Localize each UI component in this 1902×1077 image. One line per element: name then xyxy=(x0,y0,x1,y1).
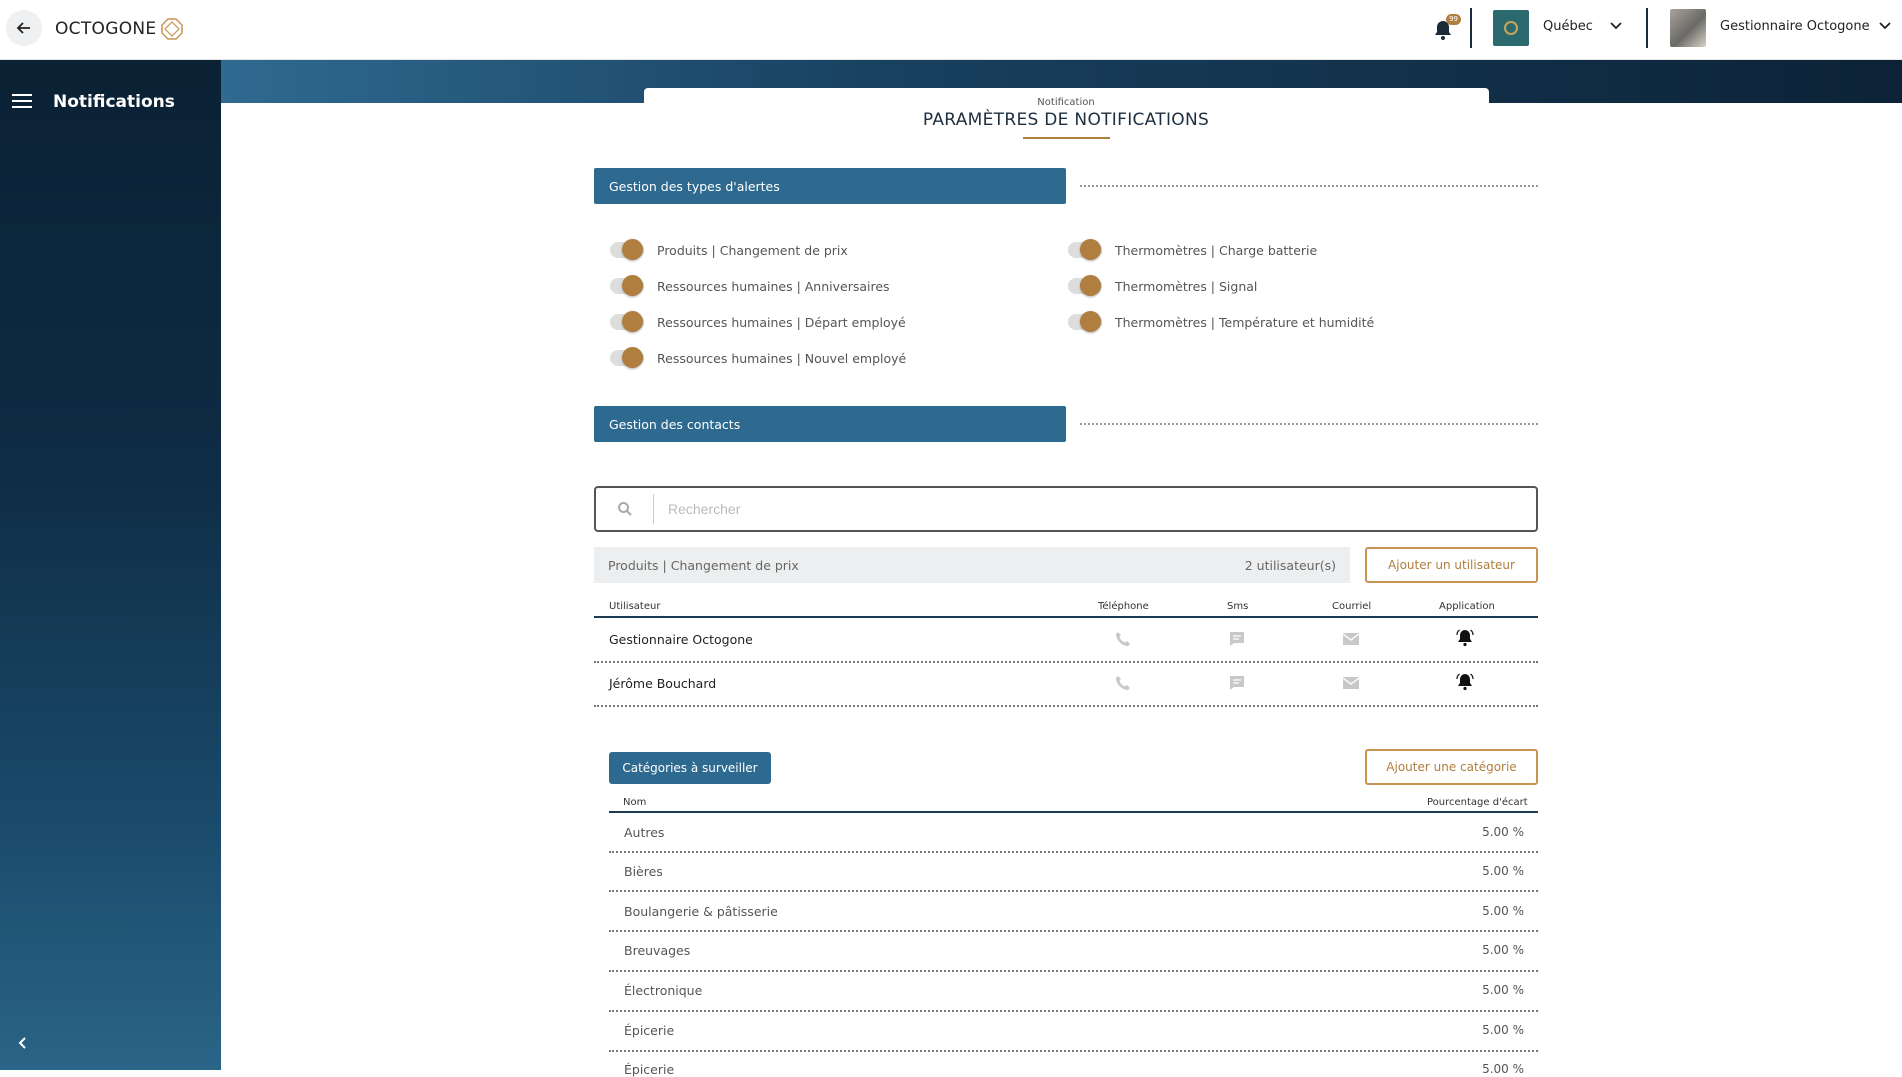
col-header-percentage: Pourcentage d'écart xyxy=(1427,797,1528,808)
alert-label: Thermomètres | Signal xyxy=(1115,278,1258,294)
alert-filter-bar[interactable]: Produits | Changement de prix 2 utilisat… xyxy=(594,547,1350,583)
category-percentage: 5.00 % xyxy=(1482,1062,1524,1076)
octagon-logo-icon xyxy=(161,18,184,40)
avatar[interactable] xyxy=(1670,9,1706,47)
search-input[interactable] xyxy=(654,501,1514,517)
app-bell-icon[interactable] xyxy=(1456,629,1474,647)
sms-icon[interactable] xyxy=(1228,674,1246,692)
store-logo xyxy=(1493,10,1529,46)
row-divider xyxy=(609,851,1538,853)
table-header-line xyxy=(609,811,1538,813)
category-percentage: 5.00 % xyxy=(1482,825,1524,839)
category-percentage: 5.00 % xyxy=(1482,904,1524,918)
add-user-button[interactable]: Ajouter un utilisateur xyxy=(1365,547,1538,583)
alert-toggle[interactable] xyxy=(1068,311,1102,332)
user-name: Jérôme Bouchard xyxy=(609,676,717,691)
table-header-line xyxy=(594,616,1538,618)
row-divider xyxy=(609,970,1538,972)
back-button[interactable] xyxy=(6,10,42,46)
chevron-down-icon[interactable] xyxy=(1609,18,1623,32)
sms-icon[interactable] xyxy=(1228,630,1246,648)
arrow-left-icon xyxy=(16,22,30,34)
category-percentage: 5.00 % xyxy=(1482,1023,1524,1037)
sidebar: Notifications xyxy=(0,60,221,1070)
category-name: Épicerie xyxy=(624,1023,675,1038)
alert-toggle[interactable] xyxy=(1068,239,1102,260)
title-underline xyxy=(1023,137,1110,139)
app-bell-icon[interactable] xyxy=(1456,673,1474,691)
chevron-left-icon[interactable] xyxy=(16,1036,30,1050)
category-name: Autres xyxy=(624,825,665,840)
alert-toggle[interactable] xyxy=(610,311,644,332)
col-header-phone: Téléphone xyxy=(1098,601,1149,612)
category-percentage: 5.00 % xyxy=(1482,983,1524,997)
row-divider xyxy=(609,1010,1538,1012)
brand-name: OCTOGONE xyxy=(55,19,157,39)
alert-toggle-row: Ressources humaines | Nouvel employé xyxy=(610,347,907,368)
section-divider xyxy=(1080,185,1538,187)
notification-badge: 99 xyxy=(1446,14,1461,25)
alert-toggle[interactable] xyxy=(610,239,644,260)
category-name: Breuvages xyxy=(624,943,691,958)
search-box xyxy=(594,486,1538,532)
row-divider xyxy=(594,705,1538,707)
chevron-down-icon[interactable] xyxy=(1878,18,1892,32)
alert-label: Produits | Changement de prix xyxy=(657,242,848,258)
alert-toggle[interactable] xyxy=(1068,275,1102,296)
row-divider xyxy=(609,930,1538,932)
category-percentage: 5.00 % xyxy=(1482,943,1524,957)
page-title: PARAMÈTRES DE NOTIFICATIONS xyxy=(922,110,1210,130)
alert-toggle[interactable] xyxy=(610,347,644,368)
alert-toggle-row: Ressources humaines | Départ employé xyxy=(610,311,906,332)
category-name: Bières xyxy=(624,864,663,879)
col-header-name: Nom xyxy=(623,797,647,808)
contacts-header: Gestion des contacts xyxy=(594,406,1066,442)
user-name: Gestionnaire Octogone xyxy=(609,632,753,647)
page-eyebrow: Notification xyxy=(1037,97,1095,108)
section-divider xyxy=(1080,423,1538,425)
alert-toggle-row: Thermomètres | Température et humidité xyxy=(1068,311,1375,332)
alert-toggle-row: Ressources humaines | Anniversaires xyxy=(610,275,890,296)
user-count: 2 utilisateur(s) xyxy=(1244,557,1336,573)
phone-icon[interactable] xyxy=(1114,630,1132,648)
notifications-button[interactable]: 99 xyxy=(1431,14,1461,44)
alert-label: Ressources humaines | Nouvel employé xyxy=(657,350,907,366)
top-bar: OCTOGONE 99 Québec Gestionnaire Octogone xyxy=(0,0,1902,60)
category-name: Boulangerie & pâtisserie xyxy=(624,904,778,919)
alert-toggle-row: Thermomètres | Charge batterie xyxy=(1068,239,1318,260)
email-icon[interactable] xyxy=(1342,630,1360,648)
category-percentage: 5.00 % xyxy=(1482,864,1524,878)
col-header-email: Courriel xyxy=(1332,601,1372,612)
divider xyxy=(1646,8,1648,48)
alert-toggle-row: Thermomètres | Signal xyxy=(1068,275,1258,296)
col-header-app: Application xyxy=(1439,601,1495,612)
search-icon xyxy=(617,502,632,516)
alert-types-header: Gestion des types d'alertes xyxy=(594,168,1066,204)
row-divider xyxy=(609,1050,1538,1052)
alert-toggle-row: Produits | Changement de prix xyxy=(610,239,848,260)
row-divider xyxy=(594,661,1538,663)
filter-label: Produits | Changement de prix xyxy=(608,557,799,573)
add-category-button[interactable]: Ajouter une catégorie xyxy=(1365,749,1538,785)
col-header-user: Utilisateur xyxy=(609,601,661,612)
phone-icon[interactable] xyxy=(1114,674,1132,692)
divider xyxy=(1470,8,1472,48)
col-header-sms: Sms xyxy=(1227,601,1249,612)
alert-label: Ressources humaines | Anniversaires xyxy=(657,278,890,294)
alert-toggle[interactable] xyxy=(610,275,644,296)
email-icon[interactable] xyxy=(1342,674,1360,692)
category-name: Électronique xyxy=(624,983,703,998)
logo[interactable]: OCTOGONE xyxy=(55,17,184,41)
alert-label: Ressources humaines | Départ employé xyxy=(657,314,906,330)
alert-label: Thermomètres | Température et humidité xyxy=(1115,314,1375,330)
user-menu-label[interactable]: Gestionnaire Octogone xyxy=(1720,19,1870,34)
categories-button[interactable]: Catégories à surveiller xyxy=(609,752,771,784)
store-selector-label[interactable]: Québec xyxy=(1543,19,1593,34)
alert-label: Thermomètres | Charge batterie xyxy=(1115,242,1318,258)
row-divider xyxy=(609,890,1538,892)
